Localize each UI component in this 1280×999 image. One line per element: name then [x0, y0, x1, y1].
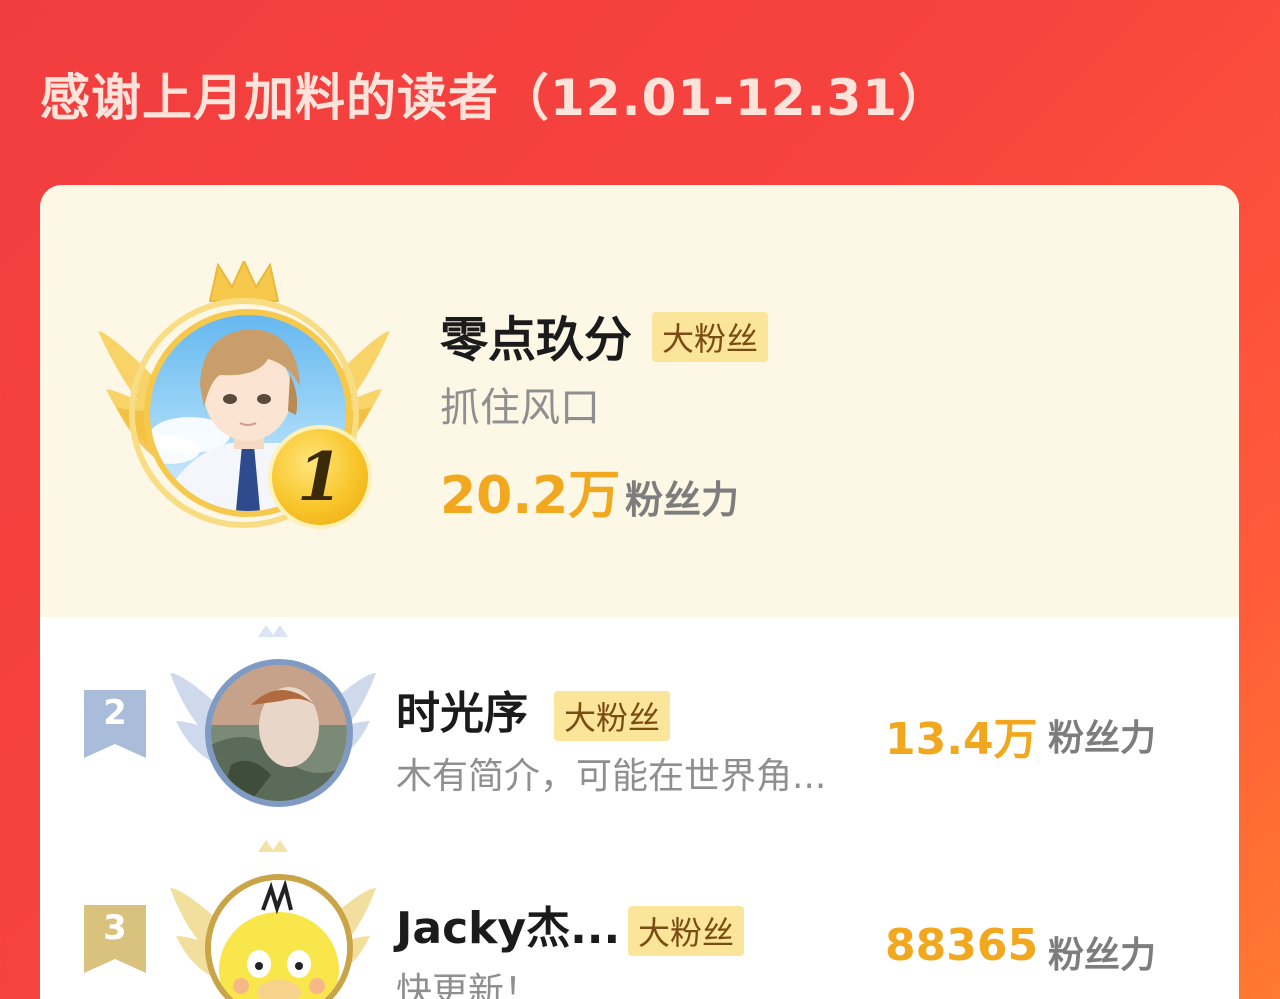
fan-level-badge: 大粉丝	[628, 906, 745, 956]
list-item[interactable]: 3 Jacky杰... 大粉丝 快更新！ 88365 粉丝力	[40, 840, 1239, 999]
fan-bio: 快更新！	[396, 971, 541, 999]
avatar[interactable]	[205, 659, 353, 807]
fan-power-unit: 粉丝力	[625, 478, 740, 522]
rank-number: 2	[103, 693, 127, 733]
fan-bio: 木有简介，可能在世界角...	[396, 756, 827, 797]
fan-power-score: 13.4万	[885, 714, 1038, 765]
fan-power-unit: 粉丝力	[1048, 935, 1157, 976]
fan-power-score: 88365	[885, 920, 1039, 971]
fan-level-badge: 大粉丝	[554, 691, 671, 741]
fan-power-score: 20.2万	[440, 466, 621, 526]
fan-power-unit: 粉丝力	[1048, 718, 1157, 759]
fan-bio: 抓住风口	[440, 385, 600, 431]
fan-name[interactable]: 时光序	[396, 677, 528, 741]
fan-level-badge: 大粉丝	[652, 312, 769, 362]
avatar-illustration	[211, 665, 347, 801]
fan-ranking-card: 1 零点玖分 大粉丝 抓住风口 20.2万 粉丝力 2 时光序 大粉丝 木有简介…	[40, 185, 1239, 999]
top-fan-section[interactable]: 1 零点玖分 大粉丝 抓住风口 20.2万 粉丝力	[40, 185, 1239, 617]
rank-medal-icon: 1	[268, 425, 372, 529]
fan-name[interactable]: Jacky杰...	[396, 892, 620, 956]
list-item[interactable]: 2 时光序 大粉丝 木有简介，可能在世界角... 13.4万 粉丝力	[40, 625, 1239, 825]
fan-name[interactable]: 零点玖分	[440, 300, 632, 370]
avatar-illustration	[211, 880, 347, 999]
crown-icon	[208, 261, 280, 302]
rank-number: 3	[103, 908, 127, 948]
page-title: 感谢上月加料的读者（12.01-12.31）	[40, 69, 950, 127]
